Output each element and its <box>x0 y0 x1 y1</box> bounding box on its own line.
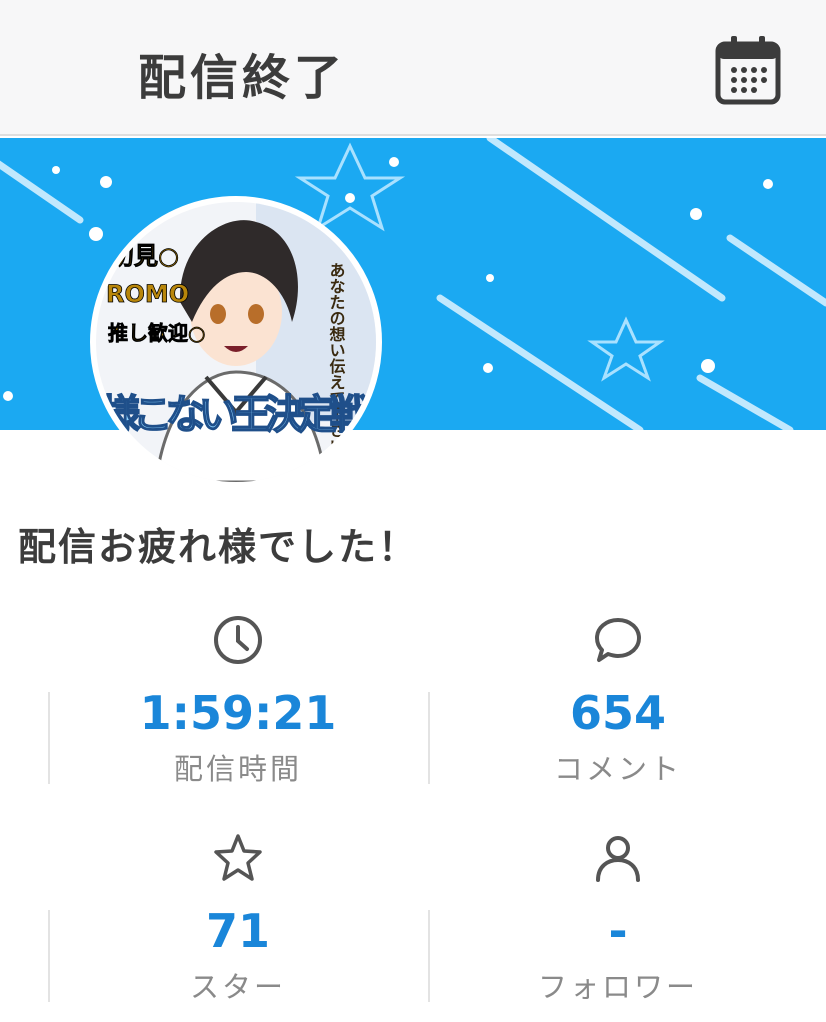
comment-label: コメント <box>553 752 682 786</box>
comment-icon <box>595 618 641 662</box>
page-title: 配信終了 <box>138 50 347 106</box>
stat-comments: 654 コメント <box>428 614 808 799</box>
comment-value: 654 <box>569 686 667 740</box>
clock-icon <box>214 616 262 664</box>
avatar[interactable]: 初見○ ROMO 推し歓迎○ あなたの想い伝えて下さい 様こない王決定戦 <box>90 196 382 488</box>
star-icon <box>214 834 262 881</box>
stat-duration: 1:59:21 配信時間 <box>48 614 428 799</box>
stat-followers: - フォロワー <box>428 832 808 1017</box>
header-bar: 配信終了 <box>0 0 826 136</box>
calendar-icon[interactable] <box>714 34 782 106</box>
duration-value: 1:59:21 <box>139 686 337 740</box>
avatar-badge-line-3: 推し歓迎○ <box>108 321 205 345</box>
stat-stars: 71 スター <box>48 832 428 1017</box>
avatar-image: 初見○ ROMO 推し歓迎○ あなたの想い伝えて下さい 様こない王決定戦 <box>96 202 376 482</box>
user-icon <box>596 836 640 882</box>
finish-message: 配信お疲れ様でした！ <box>18 525 419 569</box>
avatar-title: 様こない王決定戦 <box>100 392 370 438</box>
follower-label: フォロワー <box>537 970 698 1004</box>
star-label: スター <box>189 970 286 1004</box>
duration-label: 配信時間 <box>173 752 302 786</box>
star-value: 71 <box>205 904 270 958</box>
avatar-badge-line-2: ROMO <box>106 280 189 308</box>
follower-value: - <box>608 904 628 958</box>
